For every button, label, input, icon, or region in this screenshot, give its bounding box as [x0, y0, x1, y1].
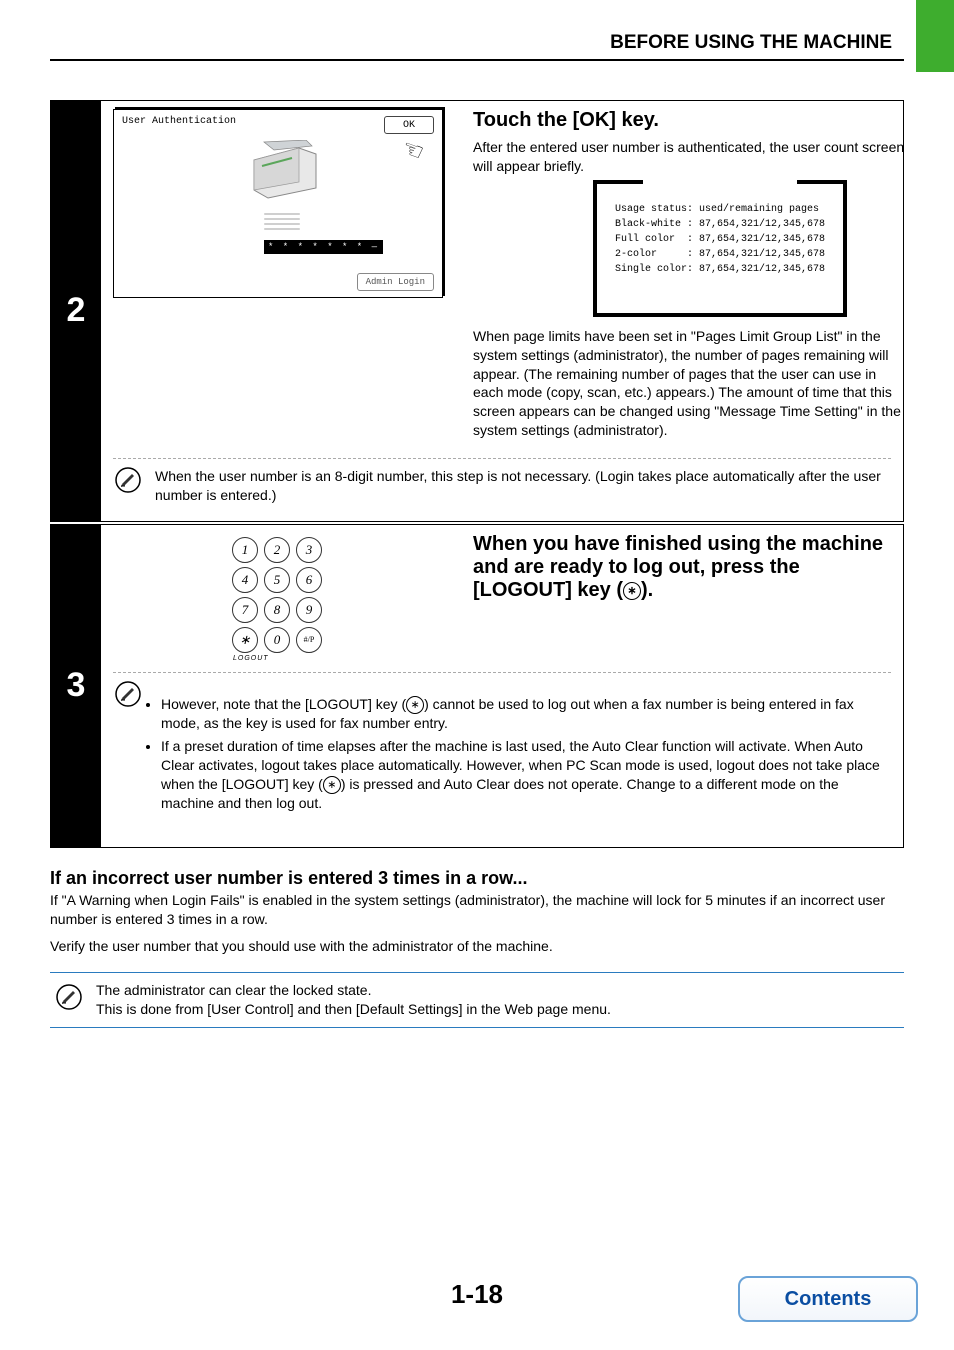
- divider: [113, 672, 891, 673]
- step-3-heading: When you have finished using the machine…: [473, 533, 891, 602]
- bullet-1: However, note that the [LOGOUT] key (∗) …: [161, 695, 885, 733]
- logout-key[interactable]: ∗: [232, 627, 258, 653]
- lower-section: If an incorrect user number is entered 3…: [50, 868, 904, 1027]
- key-1[interactable]: 1: [232, 537, 258, 563]
- lower-heading: If an incorrect user number is entered 3…: [50, 868, 904, 889]
- step-3: 3 1 2 3 4 5 6 7 8 9: [50, 524, 904, 848]
- step-number: 3: [51, 525, 101, 847]
- contents-button[interactable]: Contents: [738, 1276, 918, 1322]
- key-2[interactable]: 2: [264, 537, 290, 563]
- bullet-2: If a preset duration of time elapses aft…: [161, 737, 885, 813]
- star-key-icon: ∗: [323, 776, 341, 794]
- key-6[interactable]: 6: [296, 567, 322, 593]
- note-icon: [115, 467, 141, 498]
- step-number: 2: [51, 101, 101, 521]
- step-2-note-text: When the user number is an 8-digit numbe…: [155, 467, 885, 505]
- admin-note: The administrator can clear the locked s…: [50, 972, 904, 1028]
- step-3-bullet-list: However, note that the [LOGOUT] key (∗) …: [155, 695, 885, 817]
- key-0[interactable]: 0: [264, 627, 290, 653]
- usage-status-panel: Usage status: used/remaining pages Black…: [593, 184, 847, 317]
- key-7[interactable]: 7: [232, 597, 258, 623]
- user-auth-panel: User Authentication OK ☞: [113, 109, 443, 298]
- key-5[interactable]: 5: [264, 567, 290, 593]
- step-2: 2 User Authentication OK ☞: [50, 100, 904, 522]
- step-2-note: When the user number is an 8-digit numbe…: [113, 467, 891, 509]
- page-header: BEFORE USING THE MACHINE: [610, 32, 892, 54]
- admin-note-text: The administrator can clear the locked s…: [96, 981, 898, 1019]
- logout-key-label: LOGOUT: [231, 655, 325, 662]
- note-icon: [56, 984, 82, 1015]
- admin-note-line2: This is done from [User Control] and the…: [96, 1000, 898, 1019]
- step-3-notes: However, note that the [LOGOUT] key (∗) …: [113, 681, 891, 835]
- star-key-icon: ∗: [406, 696, 424, 714]
- step-2-heading: Touch the [OK] key.: [473, 109, 907, 132]
- key-hash-p[interactable]: #/P: [296, 627, 322, 653]
- divider: [113, 458, 891, 459]
- admin-note-line1: The administrator can clear the locked s…: [96, 981, 898, 1000]
- printer-icon: [244, 140, 324, 200]
- pointing-hand-icon: ☞: [398, 133, 428, 168]
- section-tab: [916, 0, 954, 72]
- key-3[interactable]: 3: [296, 537, 322, 563]
- key-8[interactable]: 8: [264, 597, 290, 623]
- step-3-heading-b: ).: [641, 579, 653, 601]
- step-2-after-usage: When page limits have been set in "Pages…: [473, 327, 907, 440]
- usage-status-text: Usage status: used/remaining pages Black…: [615, 202, 825, 277]
- numeric-keypad: 1 2 3 4 5 6 7 8 9 ∗ 0 #/P: [232, 533, 324, 653]
- key-9[interactable]: 9: [296, 597, 322, 623]
- bullet-1a: However, note that the [LOGOUT] key (: [161, 696, 406, 712]
- paper-slot-icon: [264, 210, 300, 233]
- step-3-heading-a: When you have finished using the machine…: [473, 533, 883, 601]
- lower-p1: If "A Warning when Login Fails" is enabl…: [50, 891, 904, 929]
- ok-button[interactable]: OK: [384, 116, 434, 134]
- admin-login-button[interactable]: Admin Login: [357, 273, 434, 291]
- note-icon: [115, 681, 141, 712]
- lower-p2: Verify the user number that you should u…: [50, 937, 904, 956]
- step-2-intro: After the entered user number is authent…: [473, 138, 907, 176]
- key-4[interactable]: 4: [232, 567, 258, 593]
- star-key-icon: ∗: [623, 582, 641, 600]
- masked-input-display: * * * * * * * —: [264, 240, 383, 254]
- header-rule: [50, 59, 904, 61]
